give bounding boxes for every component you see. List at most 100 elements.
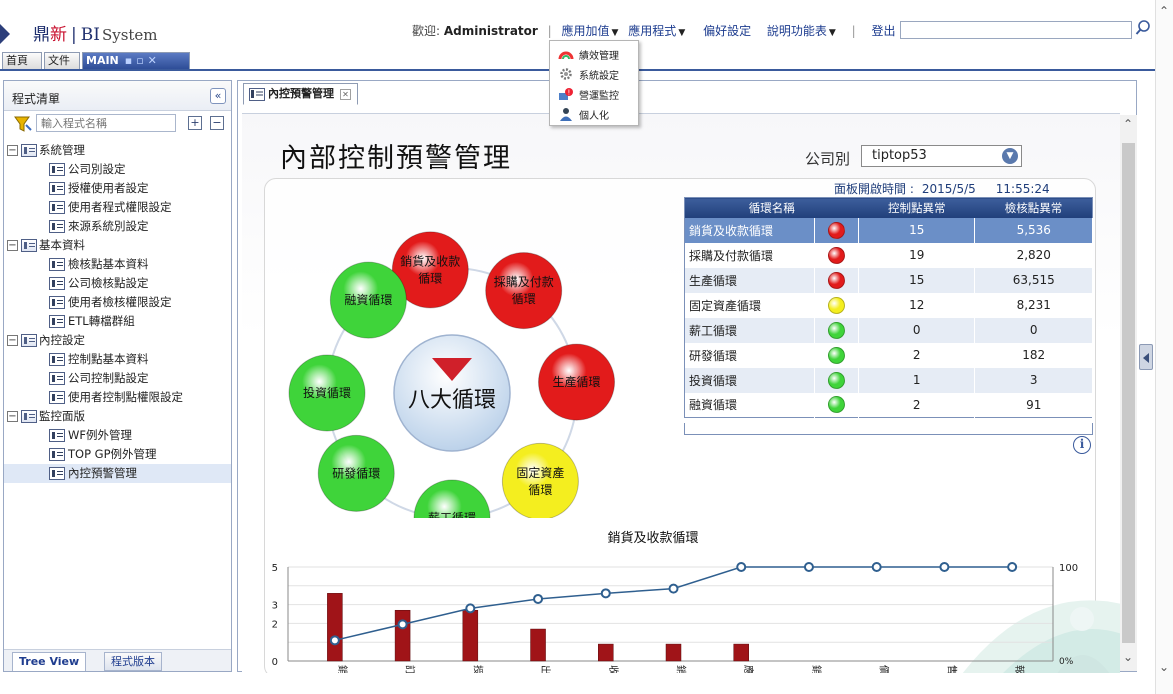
collapse-panel-button[interactable]: « (210, 88, 226, 104)
tree-item[interactable]: 公司控制點設定 (4, 369, 231, 388)
menu-item-label: 系統設定 (579, 70, 619, 82)
check-exception-count: 2,820 (974, 242, 1093, 268)
center-label: 八大循環 (408, 388, 496, 413)
app-addon-menu[interactable]: 應用加值 ▼ (562, 22, 619, 39)
table-row[interactable]: 研發循環 2 182 (684, 342, 1093, 368)
menu-item-personalize[interactable]: 個人化 (550, 104, 638, 124)
tree-item[interactable]: 使用者程式權限設定 (4, 198, 231, 217)
table-row[interactable]: 生產循環 15 63,515 (684, 267, 1093, 293)
scroll-thumb[interactable] (1122, 143, 1135, 643)
tree-item[interactable]: 內控預警管理 (4, 464, 231, 483)
scroll-down-icon[interactable]: ⌄ (1123, 651, 1134, 663)
collapse-all-button[interactable]: − (210, 116, 224, 130)
tab-window-controls[interactable]: ▪▫✕ (125, 54, 161, 67)
tab-program-version[interactable]: 程式版本 (104, 652, 162, 671)
menu-item-performance[interactable]: 績效管理 (550, 44, 638, 64)
program-search-input[interactable] (36, 114, 176, 132)
tree-item[interactable]: 使用者檢核權限設定 (4, 293, 231, 312)
info-icon[interactable]: i (1073, 436, 1091, 454)
tree-item[interactable]: TOP GP例外管理 (4, 445, 231, 464)
tree-item-label: 使用者程式權限設定 (68, 200, 172, 214)
tab-documents[interactable]: 文件 (44, 52, 80, 69)
logo: 鼎新 | BI System (33, 25, 158, 45)
status-light-cell (814, 242, 859, 268)
menu-item-system-settings[interactable]: 系統設定 (550, 64, 638, 84)
tab-tree-view[interactable]: Tree View (12, 652, 87, 671)
dashboard-content: 內部控制預警管理 公司別 tiptop53 ▼ 面板開啟時間 : 2015/5/5 1… (242, 113, 1120, 673)
filter-icon[interactable] (14, 116, 32, 132)
cycle-name: 採購及付款循環 (684, 242, 815, 268)
check-exception-count: 63,515 (974, 267, 1093, 293)
menu-item-monitoring[interactable]: ! 營運監控 (550, 84, 638, 104)
x-tick-label: 報價作業 (1013, 665, 1026, 673)
tab-label: MAIN (86, 54, 119, 67)
tree-folder[interactable]: − 系統管理 (4, 141, 231, 160)
scroll-down-icon[interactable]: ⌄ (1159, 660, 1171, 674)
logout-link[interactable]: 登出 (872, 22, 896, 39)
scroll-up-icon[interactable]: ⌃ (1123, 118, 1134, 130)
check-exception-count: 91 (974, 392, 1093, 418)
tree-item[interactable]: 授權使用者設定 (4, 179, 231, 198)
vertical-scrollbar[interactable]: ⌃ ⌄ (1120, 115, 1137, 671)
close-icon[interactable]: ✕ (340, 88, 351, 100)
status-light-cell (814, 392, 859, 418)
tree-item[interactable]: 控制點基本資料 (4, 350, 231, 369)
search-icon[interactable] (1135, 19, 1151, 37)
control-exception-count: 19 (858, 242, 976, 268)
tab-home[interactable]: 首頁 (2, 52, 42, 69)
tree-collapse-icon[interactable]: − (7, 411, 18, 422)
window-scrollbar[interactable]: ⌃ ⌄ (1155, 0, 1173, 694)
caret-down-icon: ▼ (611, 28, 619, 38)
tree-collapse-icon[interactable]: − (7, 335, 18, 346)
tree-item[interactable]: 公司檢核點設定 (4, 274, 231, 293)
tree-item[interactable]: 使用者控制點權限設定 (4, 388, 231, 407)
tree-folder[interactable]: − 監控面版 (4, 407, 231, 426)
global-search-input[interactable] (900, 21, 1132, 39)
table-row[interactable]: 固定資產循環 12 8,231 (684, 292, 1093, 318)
table-row[interactable]: 融資循環 2 91 (684, 392, 1093, 418)
table-row[interactable]: 銷貨及收款循環 15 5,536 (684, 217, 1093, 243)
tree-item[interactable]: 檢核點基本資料 (4, 255, 231, 274)
program-icon (49, 163, 65, 176)
cycle-node-circle (485, 252, 563, 330)
program-list-panel: 程式清單 « + − − 系統管理公司別設定授權使用者設定使用者程式權限設定來源系… (3, 80, 232, 672)
cycle-node[interactable]: 生產循環 (538, 343, 616, 421)
tree-folder[interactable]: − 基本資料 (4, 236, 231, 255)
tree-item-label: 基本資料 (39, 238, 85, 252)
side-panel-toggle[interactable] (1139, 344, 1153, 370)
tree-collapse-icon[interactable]: − (7, 145, 18, 156)
preferences-link[interactable]: 偏好設定 (703, 22, 751, 39)
cycle-node[interactable]: 投資循環 (288, 354, 366, 432)
tree-item[interactable]: WF例外管理 (4, 426, 231, 445)
tree-item-label: 使用者檢核權限設定 (68, 295, 172, 309)
company-select[interactable]: tiptop53 ▼ (861, 145, 1022, 167)
y2-tick-label: 100% (1059, 563, 1078, 574)
tree-folder[interactable]: − 內控設定 (4, 331, 231, 350)
tree-collapse-icon[interactable]: − (7, 240, 18, 251)
app-addon-label: 應用加值 (561, 24, 610, 38)
tree-item[interactable]: ETL轉檔群組 (4, 312, 231, 331)
table-row[interactable]: 投資循環 1 3 (684, 367, 1093, 393)
cycle-node[interactable]: 融資循環 (329, 261, 407, 339)
expand-all-button[interactable]: + (188, 116, 202, 130)
tree-item[interactable]: 來源系統別設定 (4, 217, 231, 236)
column-header: 檢核點異常 (974, 197, 1093, 218)
scroll-up-icon[interactable]: ⌃ (1159, 4, 1171, 18)
app-program-menu[interactable]: 應用程式 ▼ (628, 22, 685, 39)
folder-icon (21, 144, 37, 157)
folder-icon (21, 239, 37, 252)
tab-main[interactable]: MAIN ▪▫✕ (82, 52, 190, 69)
folder-icon (21, 410, 37, 423)
tree-item[interactable]: 公司別設定 (4, 160, 231, 179)
tab-internal-control-alert[interactable]: 內控預警管理 ✕ (243, 83, 358, 105)
table-row[interactable]: 薪工循環 0 0 (684, 317, 1093, 343)
user-icon (558, 107, 574, 121)
cumulative-point (329, 635, 340, 646)
chevron-down-icon[interactable]: ▼ (1002, 148, 1018, 164)
cycle-node-label: 循環 (418, 271, 442, 285)
table-row[interactable]: 採購及付款循環 19 2,820 (684, 242, 1093, 268)
status-light-cell (814, 267, 859, 293)
cycle-node[interactable]: 採購及付款循環 (485, 252, 563, 330)
help-menu[interactable]: 說明功能表 ▼ (767, 22, 836, 39)
cycle-table: 循環名稱 控制點異常 檢核點異常 銷貨及收款循環 15 5,536 採購及付款循環 19… (684, 197, 1093, 418)
